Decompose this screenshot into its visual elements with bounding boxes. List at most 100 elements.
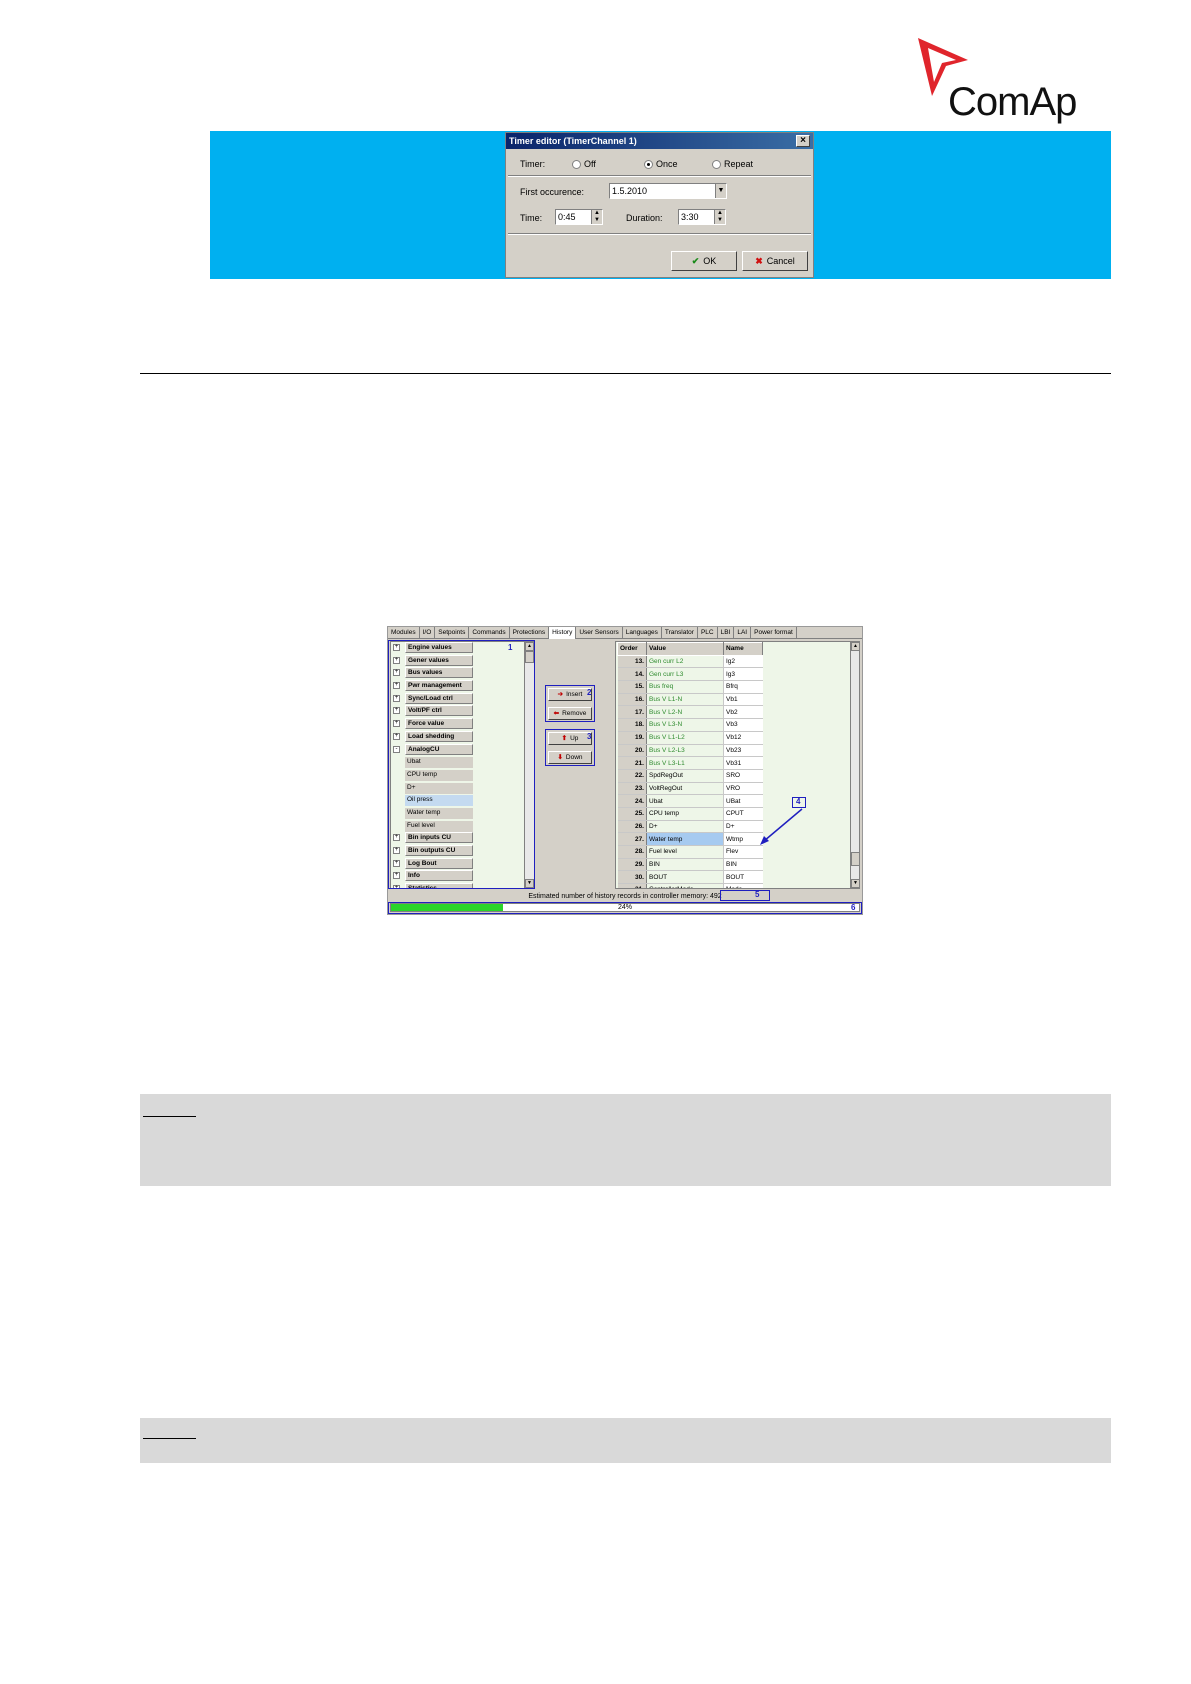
tab-lai[interactable]: LAI (734, 627, 752, 639)
close-icon[interactable]: × (796, 135, 810, 147)
cell-order: 24. (617, 794, 647, 808)
cell-value: BOUT (646, 870, 724, 885)
tab-protections[interactable]: Protections (510, 627, 550, 639)
table-row[interactable]: 20. Bus V L2-L3 Vb23 (617, 744, 763, 758)
table-row[interactable]: 27. Water temp Wtmp (617, 832, 763, 846)
cell-value: Bus V L1-N (646, 693, 724, 707)
cell-name: Vb23 (723, 744, 763, 758)
table-row[interactable]: 29. BIN BIN (617, 858, 763, 872)
table-row[interactable]: 13. Gen curr L2 Ig2 (617, 655, 763, 669)
cell-value: BIN (646, 858, 724, 872)
tab-modules[interactable]: Modules (388, 627, 420, 639)
tab-languages[interactable]: Languages (623, 627, 662, 639)
table-row[interactable]: 18. Bus V L3-N Vb3 (617, 718, 763, 732)
tab-i-o[interactable]: I/O (420, 627, 436, 639)
cell-value: Bus V L1-L2 (646, 731, 724, 745)
cell-name: Flev (723, 845, 763, 859)
table-header-row: Order Value Name (617, 642, 763, 656)
table-row[interactable]: 31.ControllerModeMode (617, 883, 763, 888)
cell-name: Mode (723, 883, 763, 888)
duration-spinner[interactable]: 3:30 ▲ ▼ (678, 209, 726, 225)
cell-order: 31. (617, 883, 647, 888)
table-row[interactable]: 24. Ubat UBat (617, 794, 763, 808)
radio-once[interactable]: Once (644, 159, 678, 170)
table-row[interactable]: 22. SpdRegOut SRO (617, 769, 763, 783)
tab-lbi[interactable]: LBI (718, 627, 735, 639)
cell-order: 20. (617, 744, 647, 758)
tab-plc[interactable]: PLC (698, 627, 718, 639)
radio-repeat[interactable]: Repeat (712, 159, 753, 170)
cell-name: Bfrq (723, 680, 763, 694)
chevron-down-icon[interactable]: ▼ (715, 184, 726, 198)
note-box (140, 1418, 1111, 1463)
table-row[interactable]: 15. Bus freq Bfrq (617, 680, 763, 694)
table-scrollbar[interactable]: ▲ ▼ (850, 642, 859, 888)
table-row[interactable]: 26. D+ D+ (617, 820, 763, 834)
divider (508, 175, 811, 177)
cell-order: 26. (617, 820, 647, 834)
tab-commands[interactable]: Commands (469, 627, 510, 639)
cell-value: Water temp (646, 832, 724, 846)
tab-history[interactable]: History (549, 627, 577, 639)
table-row[interactable]: 23. VoltRegOut VRO (617, 782, 763, 796)
table-row[interactable]: 28. Fuel level Flev (617, 845, 763, 859)
table-row[interactable]: 25. CPU temp CPUT (617, 807, 763, 821)
cell-order: 16. (617, 693, 647, 707)
note-underline (143, 1438, 196, 1439)
cell-order: 27. (617, 832, 647, 846)
radio-off[interactable]: Off (572, 159, 596, 170)
cell-order: 15. (617, 680, 647, 694)
tab-bar: Modules I/O Setpoints Commands Protections Hi… (388, 627, 862, 639)
column-header-value[interactable]: Value (646, 642, 724, 656)
cell-name: Ig3 (723, 667, 763, 682)
cell-order: 18. (617, 718, 647, 732)
cell-name: Vb31 (723, 756, 763, 770)
table-body: 13. Gen curr L2 Ig2 14. Gen curr L3 Ig3 15. Bus… (617, 655, 763, 888)
table-row[interactable]: 17. Bus V L2-N Vb2 (617, 705, 763, 720)
first-occurence-label: First occurence: (520, 187, 585, 197)
section-divider (140, 373, 1111, 374)
note-box (140, 1094, 1111, 1186)
scroll-down-icon[interactable]: ▼ (851, 879, 859, 888)
tab-setpoints[interactable]: Setpoints (435, 627, 470, 639)
cell-name: BIN (723, 858, 763, 872)
memory-status-label: Estimated number of history records in c… (528, 893, 709, 900)
table-row[interactable]: 30. BOUT BOUT (617, 870, 763, 885)
callout-arrow-icon (760, 808, 803, 845)
comap-logo: ComAp (918, 38, 1078, 124)
ok-button[interactable]: ✔ OK (671, 251, 737, 271)
cell-order: 14. (617, 667, 647, 682)
spin-arrows-icon[interactable]: ▲ ▼ (714, 210, 725, 224)
cancel-button[interactable]: ✖ Cancel (742, 251, 808, 271)
tab-power-format[interactable]: Power format (751, 627, 797, 639)
dialog-title: Timer editor (TimerChannel 1) (509, 136, 637, 146)
column-header-order[interactable]: Order (617, 642, 647, 656)
column-header-name[interactable]: Name (723, 642, 763, 656)
scroll-thumb[interactable] (851, 852, 859, 866)
cell-value: Ubat (646, 794, 724, 808)
logo-text: ComAp (948, 80, 1077, 124)
timer-mode-row: Timer: Off Once Repeat (506, 157, 813, 173)
first-occurence-row: First occurence: 1.5.2010 ▼ (506, 183, 813, 201)
table-row[interactable]: 19. Bus V L1-L2 Vb12 (617, 731, 763, 745)
time-duration-row: Time: 0:45 ▲ ▼ Duration: 3:30 ▲ ▼ (506, 209, 813, 227)
cell-name: UBat (723, 794, 763, 808)
scroll-up-icon[interactable]: ▲ (851, 642, 859, 651)
cell-name: Wtmp (723, 832, 763, 846)
table-row[interactable]: 14. Gen curr L3 Ig3 (617, 667, 763, 682)
tab-translator[interactable]: Translator (662, 627, 698, 639)
table-row[interactable]: 21. Bus V L3-L1 Vb31 (617, 756, 763, 770)
first-occurence-date-picker[interactable]: 1.5.2010 ▼ (609, 183, 727, 199)
cell-value: CPU temp (646, 807, 724, 821)
table-row[interactable]: 16. Bus V L1-N Vb1 (617, 693, 763, 707)
spin-arrows-icon[interactable]: ▲ ▼ (591, 210, 602, 224)
cell-name: VRO (723, 782, 763, 796)
cell-value: Bus V L3-L1 (646, 756, 724, 770)
dialog-titlebar: Timer editor (TimerChannel 1) × (506, 133, 813, 149)
time-spinner[interactable]: 0:45 ▲ ▼ (555, 209, 603, 225)
tab-user-sensors[interactable]: User Sensors (576, 627, 623, 639)
cell-name: Vb1 (723, 693, 763, 707)
cell-name: Vb12 (723, 731, 763, 745)
callout-number-4: 4 (796, 797, 801, 806)
memory-status: Estimated number of history records in c… (388, 891, 862, 902)
